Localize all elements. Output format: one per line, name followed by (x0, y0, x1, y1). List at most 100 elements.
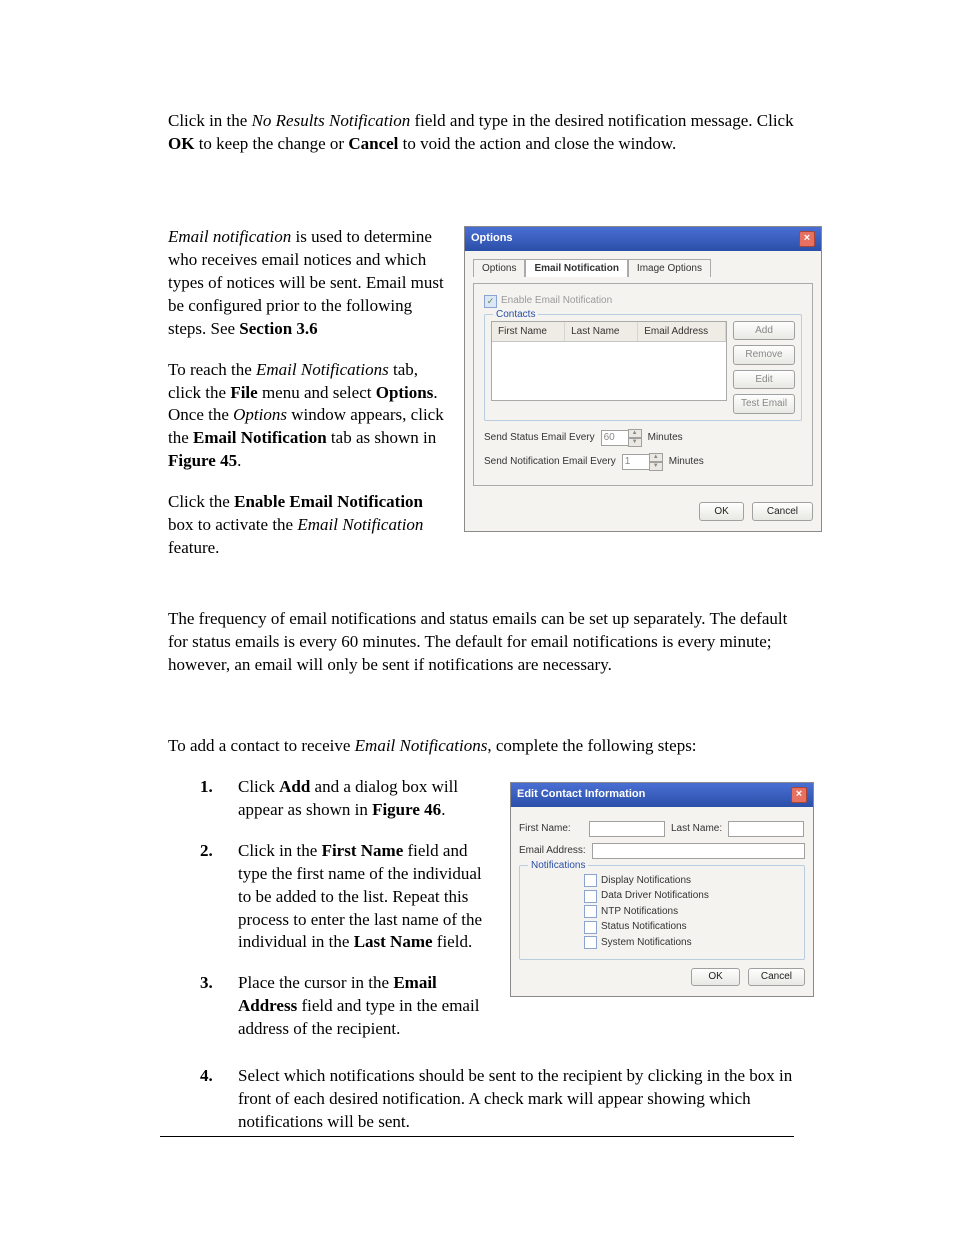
system-notifications-checkbox[interactable] (584, 936, 597, 949)
text-bold: Email Notification (193, 428, 327, 447)
text-italic: No Results Notification (252, 111, 411, 130)
spinner-up-icon[interactable]: ▲ (649, 453, 663, 462)
text: To add a contact to receive (168, 736, 355, 755)
text: To reach the (168, 360, 256, 379)
step-2: Click in the First Name field and type t… (228, 840, 486, 955)
email-input[interactable] (592, 843, 805, 859)
data-driver-notifications-checkbox[interactable] (584, 890, 597, 903)
text: to void the action and close the window. (398, 134, 676, 153)
text-bold: OK (168, 134, 194, 153)
minutes-label: Minutes (648, 431, 683, 445)
first-name-input[interactable] (589, 821, 665, 837)
ntp-notifications-checkbox[interactable] (584, 905, 597, 918)
status-notifications-checkbox[interactable] (584, 921, 597, 934)
tab-panel: ✓ Enable Email Notification Contacts Fir… (473, 283, 813, 486)
text: to keep the change or (194, 134, 348, 153)
text-italic: Email notification (168, 227, 291, 246)
edit-contact-dialog: Edit Contact Information × First Name: L… (510, 782, 814, 997)
text: Select which notifications should be sen… (238, 1066, 792, 1131)
contacts-fieldset: Contacts First Name Last Name Email Addr… (484, 314, 802, 421)
text: box to activate the (168, 515, 297, 534)
options-dialog: Options × Options Email Notification Ima… (464, 226, 822, 533)
spinner-up-icon[interactable]: ▲ (628, 429, 642, 438)
spinner-down-icon[interactable]: ▼ (628, 438, 642, 447)
last-name-label: Last Name: (671, 822, 722, 836)
email-label: Email Address: (519, 844, 586, 858)
paragraph: To add a contact to receive Email Notifi… (168, 735, 794, 758)
tab-email-notification[interactable]: Email Notification (525, 259, 627, 278)
first-name-label: First Name: (519, 822, 583, 836)
footer-rule (160, 1136, 794, 1137)
ok-button[interactable]: OK (691, 968, 739, 986)
display-notifications-checkbox[interactable] (584, 874, 597, 887)
text-bold: Enable Email Notification (234, 492, 423, 511)
cancel-button[interactable]: Cancel (752, 502, 813, 522)
paragraph: To reach the Email Notifications tab, cl… (168, 359, 444, 474)
edit-button[interactable]: Edit (733, 370, 795, 390)
text-bold: Section 3.6 (239, 319, 317, 338)
checkbox-label: Status Notifications (601, 920, 687, 934)
notification-minutes-input[interactable] (622, 454, 650, 470)
paragraph: Email notification is used to determine … (168, 226, 444, 341)
contacts-list[interactable]: First Name Last Name Email Address (491, 321, 727, 401)
text-bold: Options (376, 383, 434, 402)
paragraph: Click the Enable Email Notification box … (168, 491, 444, 560)
test-email-button[interactable]: Test Email (733, 394, 795, 414)
close-icon[interactable]: × (791, 787, 807, 803)
text-bold: Add (279, 777, 310, 796)
column-last-name[interactable]: Last Name (565, 322, 638, 342)
text: tab as shown in (327, 428, 437, 447)
text: feature. (168, 538, 219, 557)
text: . (441, 800, 445, 819)
add-button[interactable]: Add (733, 321, 795, 341)
text: Click in the (238, 841, 322, 860)
last-name-input[interactable] (728, 821, 804, 837)
ok-button[interactable]: OK (699, 502, 743, 522)
step-1: Click Add and a dialog box will appear a… (228, 776, 486, 822)
notifications-fieldset: Notifications Display Notifications Data… (519, 865, 805, 961)
notification-freq-label: Send Notification Email Every (484, 455, 616, 469)
checkbox-label: Data Driver Notifications (601, 889, 709, 903)
spinner-down-icon[interactable]: ▼ (649, 462, 663, 471)
checkbox-label: System Notifications (601, 936, 692, 950)
paragraph: Click in the No Results Notification fie… (168, 110, 794, 156)
text: Click the (168, 492, 234, 511)
enable-email-checkbox[interactable]: ✓ (484, 295, 497, 308)
text-bold: Figure 45 (168, 451, 237, 470)
text: Place the cursor in the (238, 973, 393, 992)
status-freq-label: Send Status Email Every (484, 431, 595, 445)
cancel-button[interactable]: Cancel (748, 968, 805, 986)
column-email[interactable]: Email Address (638, 322, 726, 342)
close-icon[interactable]: × (799, 231, 815, 247)
column-first-name[interactable]: First Name (492, 322, 565, 342)
text: . (237, 451, 241, 470)
tab-options[interactable]: Options (473, 259, 525, 278)
text-italic: Email Notifications (256, 360, 389, 379)
text: menu and select (258, 383, 376, 402)
titlebar: Edit Contact Information × (511, 783, 813, 807)
step-4: Select which notifications should be sen… (228, 1065, 794, 1134)
text-italic: Options (233, 405, 287, 424)
text: field. (433, 932, 473, 951)
checkbox-label: Enable Email Notification (501, 294, 612, 308)
text-bold: First Name (322, 841, 404, 860)
status-minutes-input[interactable] (601, 430, 629, 446)
text: field and type in the desired notificati… (410, 111, 793, 130)
text: Click in the (168, 111, 252, 130)
text-italic: Email Notification (297, 515, 423, 534)
minutes-label: Minutes (669, 455, 704, 469)
text: , complete the following steps: (487, 736, 696, 755)
step-3: Place the cursor in the Email Address fi… (228, 972, 486, 1041)
text-bold: Last Name (354, 932, 433, 951)
window-title: Edit Contact Information (517, 787, 645, 802)
text: Click (238, 777, 279, 796)
document-page: Click in the No Results Notification fie… (0, 0, 954, 1235)
tab-image-options[interactable]: Image Options (628, 259, 711, 278)
titlebar: Options × (465, 227, 821, 251)
window-title: Options (471, 231, 513, 246)
paragraph: The frequency of email notifications and… (168, 608, 794, 677)
checkbox-label: NTP Notifications (601, 905, 678, 919)
text-bold: File (230, 383, 257, 402)
fieldset-legend: Contacts (493, 308, 538, 322)
remove-button[interactable]: Remove (733, 345, 795, 365)
